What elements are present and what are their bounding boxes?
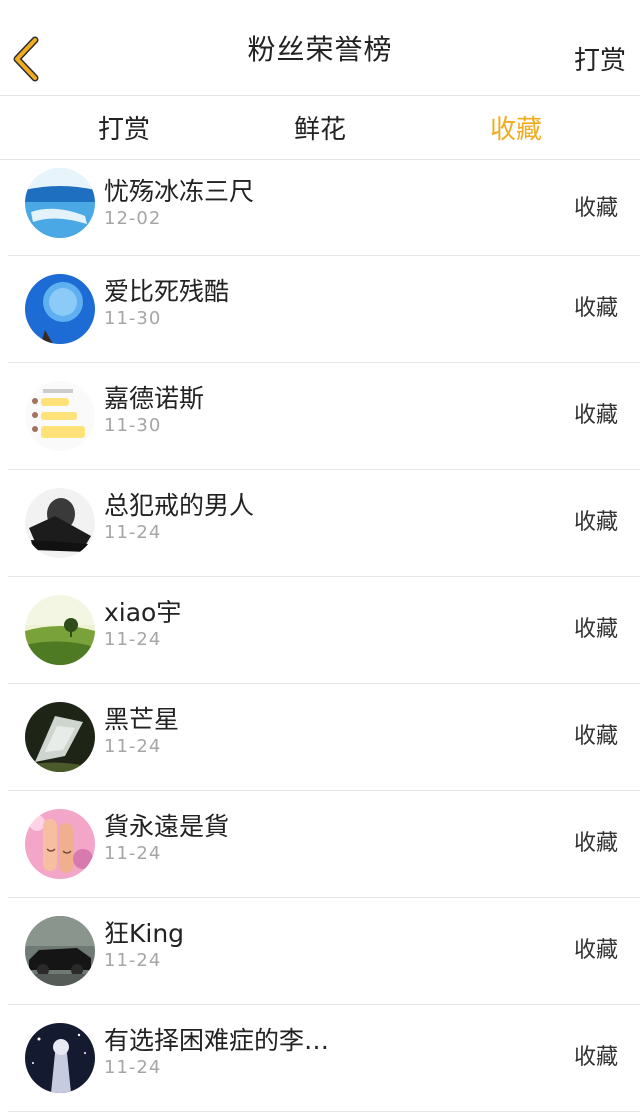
list-item[interactable]: 有选择困难症的李… 11-24 收藏 [8,1005,640,1112]
avatar [25,1023,95,1093]
list-item[interactable]: 忧殇冰冻三尺 12-02 收藏 [8,160,640,256]
tab-flowers[interactable]: 鲜花 [222,109,418,146]
avatar [25,168,95,238]
avatar [25,488,95,558]
avatar [25,274,95,344]
action-label: 收藏 [573,296,618,321]
action-label: 收藏 [573,403,618,428]
list-item[interactable]: xiao宇 11-24 收藏 [8,577,640,684]
avatar [25,381,95,451]
list-item[interactable]: 总犯戒的男人 11-24 收藏 [8,470,640,577]
avatar [25,702,95,772]
avatar [25,595,95,665]
fan-date: 11-30 [104,415,162,436]
action-label: 收藏 [573,831,618,856]
fan-name: 爱比死残酷 [104,277,230,306]
action-label: 收藏 [573,1045,618,1070]
fan-name: xiao宇 [104,598,182,627]
fan-date: 11-24 [104,736,162,757]
list-item[interactable]: 爱比死残酷 11-30 收藏 [8,256,640,363]
fan-date: 11-24 [104,629,162,650]
action-label: 收藏 [573,510,618,535]
fan-name: 狂King [104,919,185,948]
list-item[interactable]: 嘉德诺斯 11-30 收藏 [8,363,640,470]
fan-name: 总犯戒的男人 [104,491,255,520]
fan-date: 11-24 [104,843,162,864]
tab-reward[interactable]: 打赏 [26,109,222,146]
avatar [25,809,95,879]
fan-name: 有选择困难症的李… [104,1026,330,1055]
fan-date: 11-24 [104,1057,162,1078]
fan-name: 嘉德诺斯 [104,384,205,413]
action-label: 收藏 [573,196,618,221]
action-label: 收藏 [573,938,618,963]
fan-date: 11-24 [104,950,162,971]
fan-list: 忧殇冰冻三尺 12-02 收藏 爱比死残酷 11-30 收藏 嘉德诺斯 11-3… [0,160,640,1112]
fan-date: 12-02 [104,208,162,229]
fan-name: 忧殇冰冻三尺 [104,177,255,206]
chevron-left-icon [13,36,39,82]
tab-favorites[interactable]: 收藏 [418,109,614,146]
list-item[interactable]: 狂King 11-24 收藏 [8,898,640,1005]
action-label: 收藏 [573,617,618,642]
avatar [25,916,95,986]
tab-bar: 打赏 鲜花 收藏 [0,96,640,160]
back-button[interactable] [6,34,46,84]
fan-date: 11-30 [104,308,162,329]
fan-date: 11-24 [104,522,162,543]
nav-bar: 粉丝荣誉榜 打赏 [0,0,640,96]
action-label: 收藏 [573,724,618,749]
reward-nav-button[interactable]: 打赏 [574,40,626,77]
list-item[interactable]: 黑芒星 11-24 收藏 [8,684,640,791]
page-title: 粉丝荣誉榜 [247,32,393,66]
fan-name: 黑芒星 [104,705,180,734]
fan-name: 貨永遠是貨 [104,812,230,841]
list-item[interactable]: 貨永遠是貨 11-24 收藏 [8,791,640,898]
